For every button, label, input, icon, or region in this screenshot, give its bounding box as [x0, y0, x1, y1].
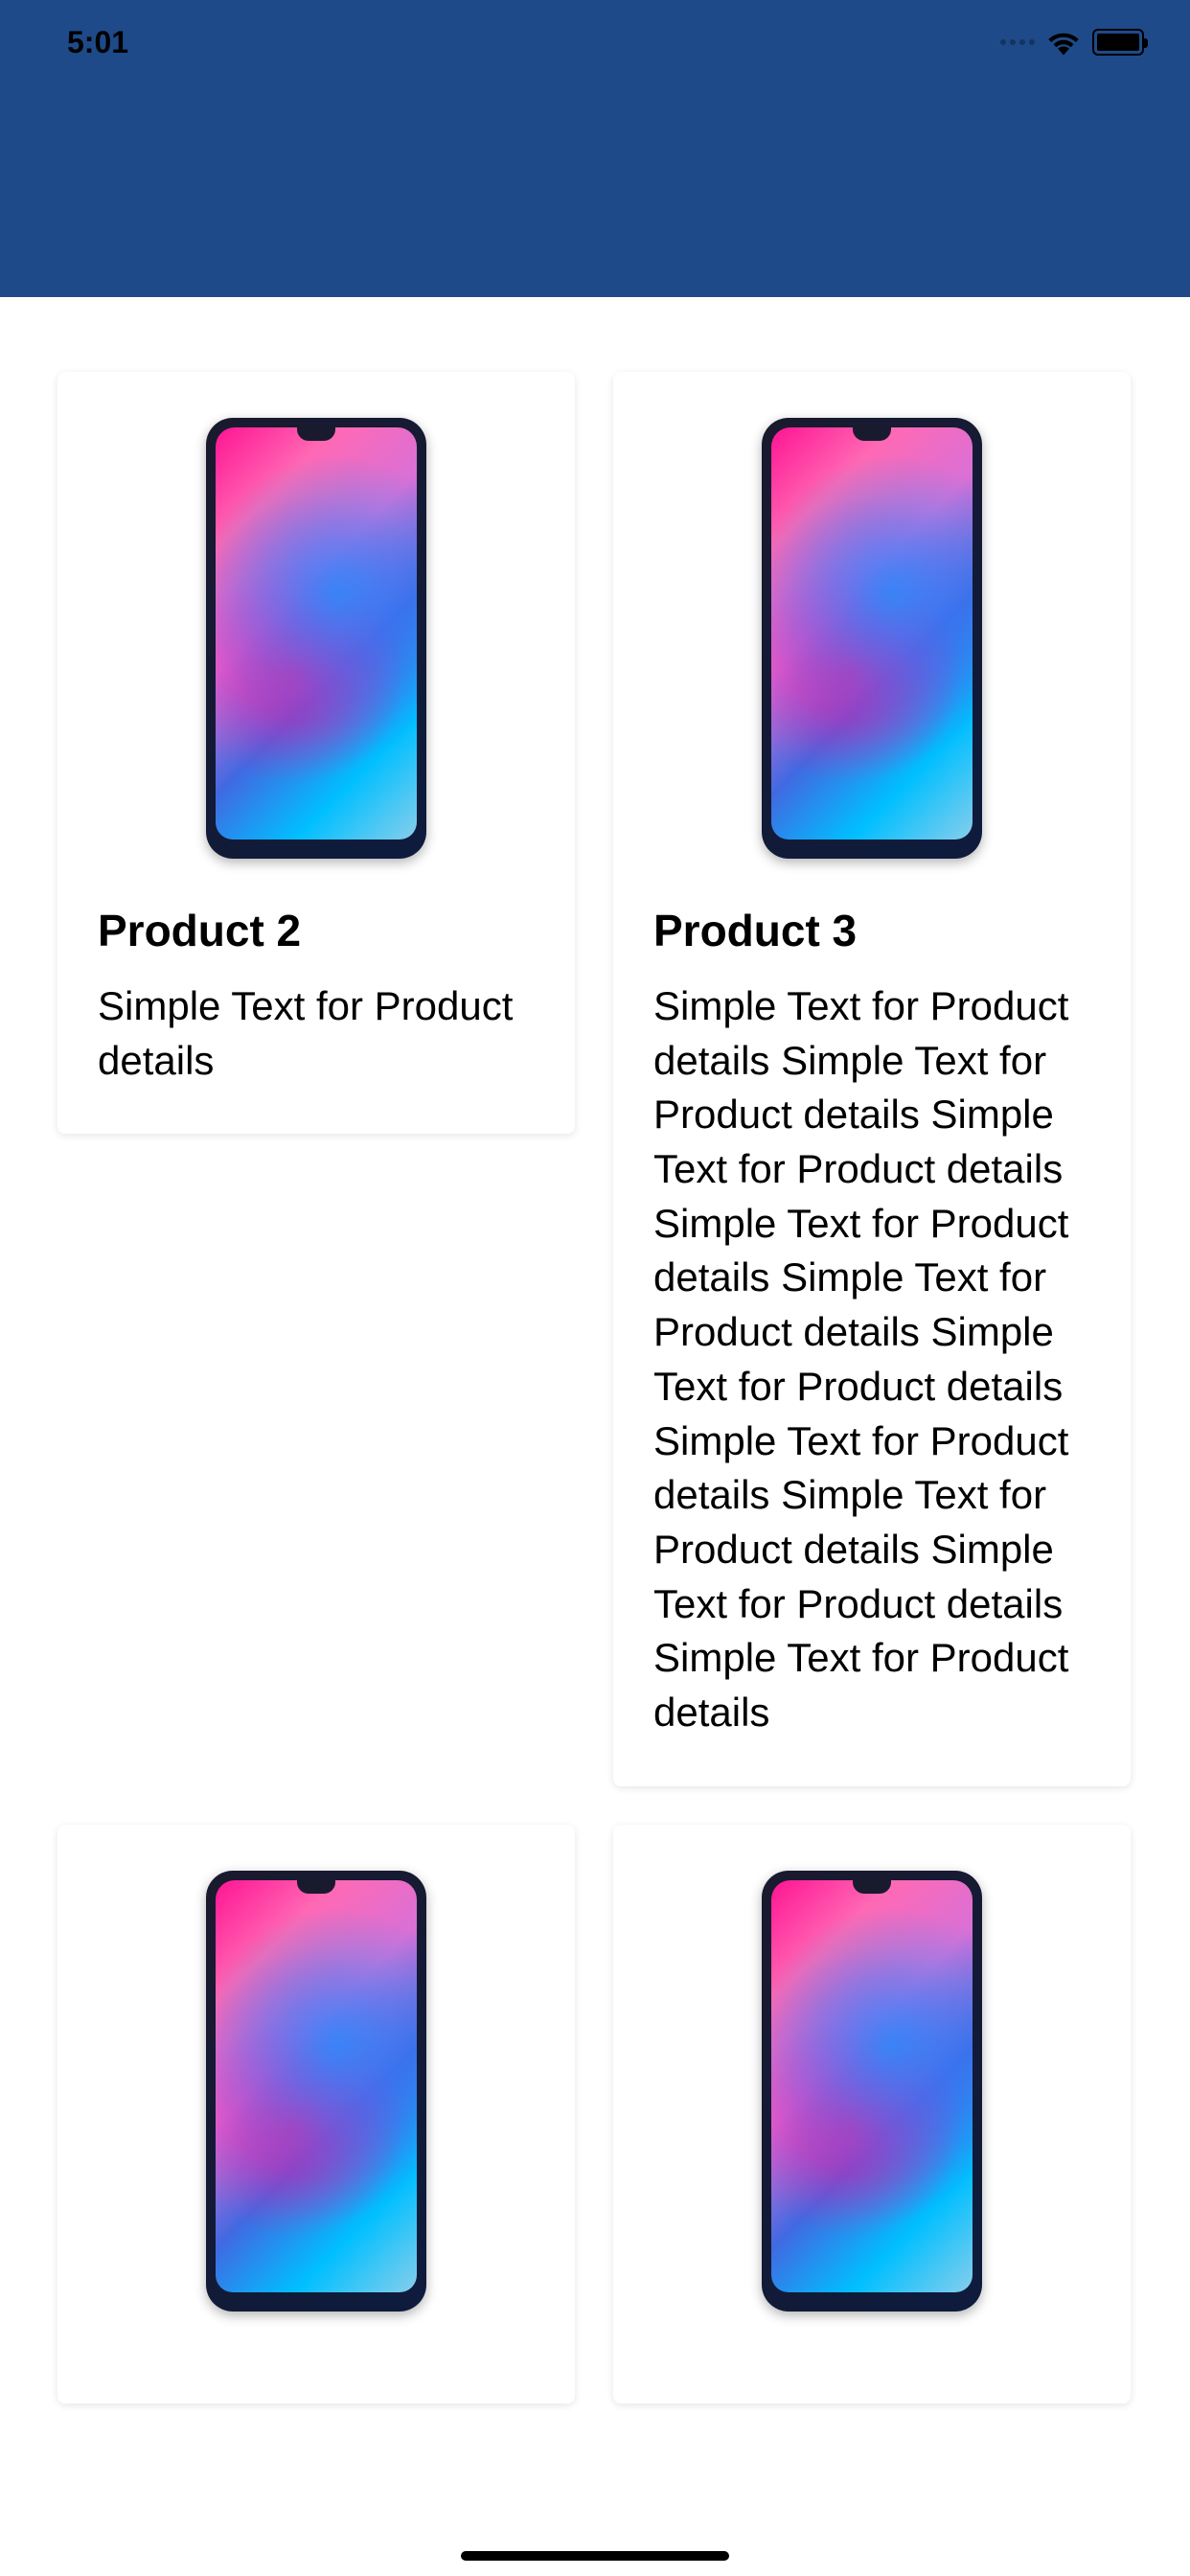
- product-description: Simple Text for Product details: [98, 979, 535, 1088]
- phone-mockup-icon: [206, 418, 426, 859]
- product-card[interactable]: [613, 1825, 1131, 2404]
- product-card[interactable]: Product 3 Simple Text for Product detail…: [613, 372, 1131, 1786]
- product-image: [98, 418, 535, 859]
- product-card[interactable]: [57, 1825, 575, 2404]
- wifi-icon: [1046, 29, 1081, 56]
- product-image: [653, 1871, 1090, 2312]
- product-title: Product 2: [98, 905, 535, 956]
- phone-mockup-icon: [206, 1871, 426, 2312]
- main-content[interactable]: Product 2 Simple Text for Product detail…: [0, 297, 1190, 2576]
- product-description: Simple Text for Product details Simple T…: [653, 979, 1090, 1740]
- product-image: [98, 1871, 535, 2312]
- status-bar: 5:01: [0, 0, 1190, 84]
- phone-mockup-icon: [762, 1871, 982, 2312]
- cellular-signal-icon: [1000, 39, 1035, 45]
- phone-mockup-icon: [762, 418, 982, 859]
- app-header: [0, 84, 1190, 297]
- home-indicator[interactable]: [461, 2551, 729, 2561]
- product-grid: Product 2 Simple Text for Product detail…: [57, 372, 1133, 2404]
- battery-icon: [1092, 29, 1144, 56]
- status-indicators: [1000, 29, 1144, 56]
- product-card[interactable]: Product 2 Simple Text for Product detail…: [57, 372, 575, 1134]
- product-title: Product 3: [653, 905, 1090, 956]
- product-image: [653, 418, 1090, 859]
- status-time: 5:01: [67, 25, 128, 60]
